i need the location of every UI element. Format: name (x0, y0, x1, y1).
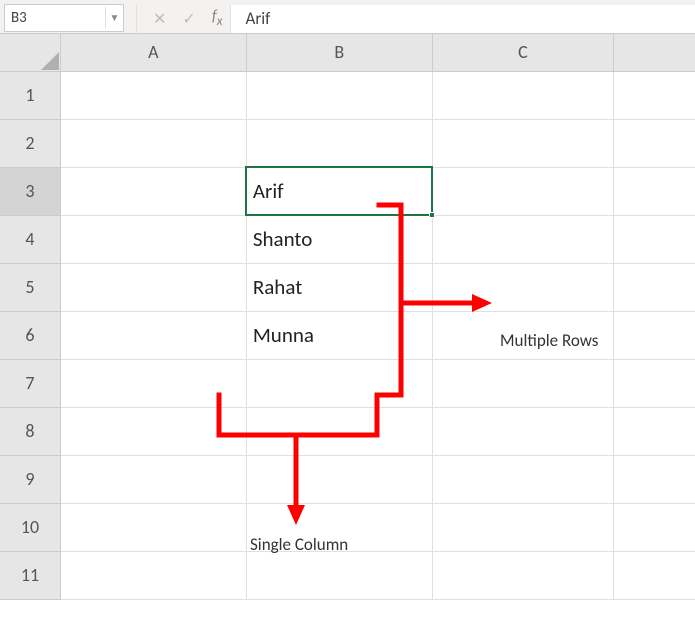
fx-icon[interactable]: fx (212, 7, 223, 29)
worksheet: A B C D 1 2 3Arif 4Shanto 5Rahat 6Munna … (0, 34, 695, 600)
cell-C11[interactable] (432, 551, 613, 599)
cell-A8[interactable] (60, 407, 246, 455)
column-header-A[interactable]: A (60, 34, 246, 71)
cell-value: Arif (253, 178, 284, 204)
cancel-icon[interactable]: ✕ (153, 9, 166, 29)
cell-B4[interactable]: Shanto (246, 215, 432, 263)
cell-value: Rahat (253, 274, 302, 300)
cell-C5[interactable] (432, 263, 613, 311)
cell-D2[interactable] (614, 119, 695, 167)
row-header-11[interactable]: 11 (0, 551, 60, 599)
cell-B11[interactable] (246, 551, 432, 599)
cell-C2[interactable] (432, 119, 613, 167)
annotation-multiple-rows: Multiple Rows (500, 330, 598, 351)
cell-D11[interactable] (614, 551, 695, 599)
name-box-dropdown-icon[interactable]: ▼ (105, 7, 123, 28)
cell-D1[interactable] (614, 71, 695, 119)
cell-C1[interactable] (432, 71, 613, 119)
cell-D4[interactable] (614, 215, 695, 263)
cell-A6[interactable] (60, 311, 246, 359)
cell-B1[interactable] (246, 71, 432, 119)
cell-D5[interactable] (614, 263, 695, 311)
cell-A2[interactable] (60, 119, 246, 167)
annotation-single-column: Single Column (250, 534, 348, 555)
enter-icon[interactable]: ✓ (182, 9, 195, 29)
select-all-corner[interactable] (0, 34, 60, 71)
formula-input[interactable]: Arif (230, 5, 695, 33)
row-header-6[interactable]: 6 (0, 311, 60, 359)
formula-bar: B3 ▼ ✕ ✓ fx Arif (0, 0, 695, 34)
cell-B3[interactable]: Arif (246, 167, 432, 215)
cell-A9[interactable] (60, 455, 246, 503)
cell-C4[interactable] (432, 215, 613, 263)
cell-D3[interactable] (614, 167, 695, 215)
cell-B8[interactable] (246, 407, 432, 455)
cell-A4[interactable] (60, 215, 246, 263)
cell-A1[interactable] (60, 71, 246, 119)
cell-A10[interactable] (60, 503, 246, 551)
grid[interactable]: A B C D 1 2 3Arif 4Shanto 5Rahat 6Munna … (0, 34, 695, 600)
cell-D7[interactable] (614, 359, 695, 407)
select-all-icon (41, 52, 59, 70)
row-header-7[interactable]: 7 (0, 359, 60, 407)
row-header-3[interactable]: 3 (0, 167, 60, 215)
cell-D8[interactable] (614, 407, 695, 455)
cell-B9[interactable] (246, 455, 432, 503)
cell-D6[interactable] (614, 311, 695, 359)
cell-C7[interactable] (432, 359, 613, 407)
divider (136, 5, 137, 33)
name-box-value: B3 (11, 9, 27, 27)
cell-A11[interactable] (60, 551, 246, 599)
cell-B6[interactable]: Munna (246, 311, 432, 359)
row-header-2[interactable]: 2 (0, 119, 60, 167)
cell-B7[interactable] (246, 359, 432, 407)
cell-D10[interactable] (614, 503, 695, 551)
cell-B5[interactable]: Rahat (246, 263, 432, 311)
cell-C8[interactable] (432, 407, 613, 455)
cell-C3[interactable] (432, 167, 613, 215)
cell-B2[interactable] (246, 119, 432, 167)
cell-C10[interactable] (432, 503, 613, 551)
column-header-C[interactable]: C (432, 34, 613, 71)
cell-C9[interactable] (432, 455, 613, 503)
row-header-1[interactable]: 1 (0, 71, 60, 119)
cell-D9[interactable] (614, 455, 695, 503)
row-header-9[interactable]: 9 (0, 455, 60, 503)
cell-A3[interactable] (60, 167, 246, 215)
cell-value: Munna (253, 322, 314, 348)
column-header-B[interactable]: B (246, 34, 432, 71)
formula-input-value: Arif (245, 8, 270, 29)
row-header-5[interactable]: 5 (0, 263, 60, 311)
column-header-D[interactable]: D (614, 34, 695, 71)
formula-bar-controls: ✕ ✓ fx (145, 7, 230, 29)
cell-value: Shanto (253, 226, 312, 252)
cell-A5[interactable] (60, 263, 246, 311)
name-box[interactable]: B3 ▼ (4, 4, 124, 32)
row-header-8[interactable]: 8 (0, 407, 60, 455)
row-header-10[interactable]: 10 (0, 503, 60, 551)
cell-A7[interactable] (60, 359, 246, 407)
row-header-4[interactable]: 4 (0, 215, 60, 263)
